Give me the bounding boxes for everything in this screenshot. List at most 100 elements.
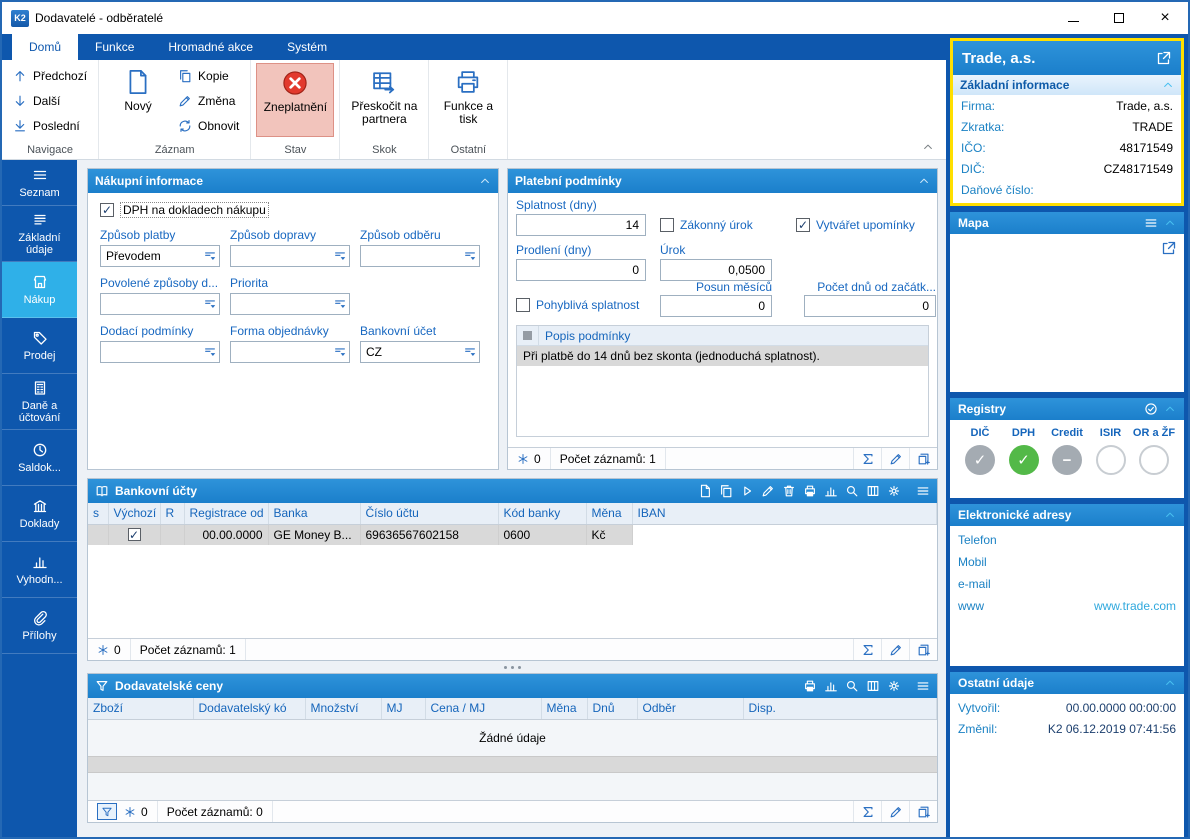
pickup-method-combo[interactable]: [360, 245, 480, 267]
sidebar-item-vyhodnoceni[interactable]: Vyhodn...: [2, 542, 77, 598]
column-header[interactable]: Disp.: [743, 698, 937, 720]
chart-icon[interactable]: [824, 679, 838, 693]
registry-item-isir[interactable]: ISIR: [1090, 427, 1132, 498]
circled-check-icon[interactable]: [1144, 402, 1158, 416]
collapse-panel-icon[interactable]: [918, 175, 930, 187]
column-header[interactable]: Dnů: [587, 698, 638, 720]
delivery-terms-combo[interactable]: [100, 341, 220, 363]
column-header[interactable]: Množství: [305, 698, 382, 720]
sidebar-item-prodej[interactable]: Prodej: [2, 318, 77, 374]
column-header[interactable]: Registrace od: [184, 503, 269, 525]
order-form-combo[interactable]: [230, 341, 350, 363]
splitter-handle[interactable]: [87, 661, 938, 673]
ribbon-collapse-icon[interactable]: [922, 141, 934, 153]
column-header[interactable]: IBAN: [632, 503, 937, 525]
next-button[interactable]: Další: [7, 88, 66, 113]
panel-menu-icon[interactable]: [916, 484, 930, 498]
column-header[interactable]: Měna: [586, 503, 633, 525]
delete-record-icon[interactable]: [782, 484, 796, 498]
sidebar-item-dane-a-uctovani[interactable]: Daně a účtování: [2, 374, 77, 430]
edit-record-button[interactable]: [881, 639, 909, 660]
column-header[interactable]: Zboží: [88, 698, 194, 720]
close-button[interactable]: ×: [1142, 2, 1188, 34]
statutory-interest-checkbox[interactable]: [660, 218, 674, 232]
sum-button[interactable]: [853, 801, 881, 822]
collapse-section-icon[interactable]: [1164, 509, 1176, 521]
column-header[interactable]: Odběr: [637, 698, 744, 720]
bank-account-combo[interactable]: CZ: [360, 341, 480, 363]
column-header[interactable]: Číslo účtu: [360, 503, 499, 525]
delay-days-input[interactable]: 0: [516, 259, 646, 281]
settings-icon[interactable]: [887, 484, 901, 498]
sidebar-item-seznam[interactable]: Seznam: [2, 160, 77, 206]
collapse-section-icon[interactable]: [1164, 217, 1176, 229]
search-icon[interactable]: [845, 484, 859, 498]
column-header[interactable]: Cena / MJ: [425, 698, 542, 720]
run-icon[interactable]: [740, 484, 754, 498]
external-link-icon[interactable]: [1161, 240, 1177, 256]
jump-to-partner-button[interactable]: Přeskočit na partnera: [345, 63, 423, 137]
chart-icon[interactable]: [824, 484, 838, 498]
sidebar-item-prilohy[interactable]: Přílohy: [2, 598, 77, 654]
column-header[interactable]: Banka: [268, 503, 361, 525]
copy-record-icon[interactable]: [719, 484, 733, 498]
collapse-section-icon[interactable]: [1162, 79, 1174, 91]
columns-icon[interactable]: [866, 679, 880, 693]
collapse-section-icon[interactable]: [1164, 677, 1176, 689]
open-in-window-button[interactable]: [909, 448, 937, 469]
collapse-panel-icon[interactable]: [479, 175, 491, 187]
priority-combo[interactable]: [230, 293, 350, 315]
tab-domu[interactable]: Domů: [12, 34, 79, 60]
tab-funkce[interactable]: Funkce: [78, 34, 151, 60]
maximize-button[interactable]: [1096, 2, 1142, 34]
column-header[interactable]: Dodavatelský kó: [193, 698, 306, 720]
registry-item-dic[interactable]: DIČ: [959, 427, 1001, 498]
panel-menu-icon[interactable]: [916, 679, 930, 693]
filter-toggle-button[interactable]: [97, 803, 117, 820]
collapse-section-icon[interactable]: [1164, 403, 1176, 415]
panel-menu-icon[interactable]: [1144, 216, 1158, 230]
last-button[interactable]: Poslední: [7, 113, 86, 138]
dph-checkbox[interactable]: [100, 203, 114, 217]
external-link-icon[interactable]: [1156, 50, 1172, 66]
column-header[interactable]: Měna: [541, 698, 588, 720]
sum-button[interactable]: [853, 448, 881, 469]
minimize-button[interactable]: [1050, 2, 1096, 34]
print-icon[interactable]: [803, 679, 817, 693]
edit-record-button[interactable]: [881, 801, 909, 822]
registry-item-dph[interactable]: DPH: [1003, 427, 1045, 498]
column-header[interactable]: Kód banky: [498, 503, 587, 525]
due-days-input[interactable]: 14: [516, 214, 646, 236]
map-area[interactable]: [950, 234, 1184, 392]
new-record-icon[interactable]: [698, 484, 712, 498]
month-shift-input[interactable]: 0: [660, 295, 772, 317]
sidebar-item-nakup[interactable]: Nákup: [2, 262, 77, 318]
edit-record-button[interactable]: [881, 448, 909, 469]
tab-hromadne-akce[interactable]: Hromadné akce: [151, 34, 270, 60]
registry-item-or-zf[interactable]: OR a ŽF: [1133, 427, 1175, 498]
days-from-start-input[interactable]: 0: [804, 295, 936, 317]
edit-record-icon[interactable]: [761, 484, 775, 498]
transport-method-combo[interactable]: [230, 245, 350, 267]
column-header[interactable]: MJ: [381, 698, 426, 720]
search-icon[interactable]: [845, 679, 859, 693]
default-account-checkbox[interactable]: [127, 528, 141, 542]
registry-item-credit[interactable]: Credit: [1046, 427, 1088, 498]
table-row[interactable]: Při platbě do 14 dnů bez skonta (jednodu…: [517, 346, 928, 366]
sidebar-item-saldokonta[interactable]: Saldok...: [2, 430, 77, 486]
floating-due-checkbox[interactable]: [516, 298, 530, 312]
column-header[interactable]: Výchozí: [108, 503, 161, 525]
print-icon[interactable]: [803, 484, 817, 498]
open-in-window-button[interactable]: [909, 801, 937, 822]
interest-input[interactable]: 0,0500: [660, 259, 772, 281]
new-button[interactable]: Nový: [104, 63, 172, 137]
column-header[interactable]: s: [88, 503, 109, 525]
tab-system[interactable]: Systém: [270, 34, 344, 60]
payment-method-combo[interactable]: Převodem: [100, 245, 220, 267]
sidebar-item-zakladni-udaje[interactable]: Základní údaje: [2, 206, 77, 262]
sum-button[interactable]: [853, 639, 881, 660]
sidebar-item-doklady[interactable]: Doklady: [2, 486, 77, 542]
columns-icon[interactable]: [866, 484, 880, 498]
open-in-window-button[interactable]: [909, 639, 937, 660]
settings-icon[interactable]: [887, 679, 901, 693]
